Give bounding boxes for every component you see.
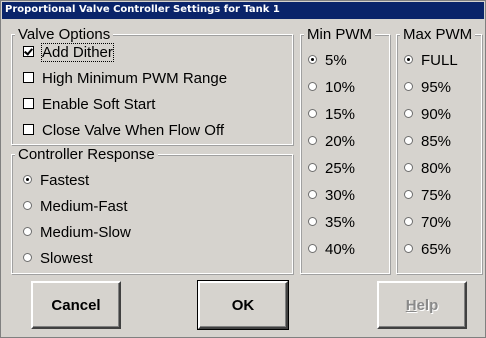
radio-label: 5% xyxy=(325,52,347,69)
radio-selected-icon[interactable] xyxy=(404,55,413,65)
radio-selected-icon[interactable] xyxy=(23,175,32,185)
radio-min-pwm-5[interactable]: 5% xyxy=(308,52,347,70)
ok-button-label: OK xyxy=(231,296,255,314)
checkbox-label: Close Valve When Flow Off xyxy=(42,122,225,139)
help-button[interactable]: Help xyxy=(377,281,467,329)
radio-label: 80% xyxy=(421,160,452,177)
valve-options-legend: Valve Options xyxy=(15,27,114,42)
radio-min-pwm-25[interactable]: 25% xyxy=(308,160,355,178)
radio-icon[interactable] xyxy=(404,244,413,254)
max-pwm-legend: Max PWM xyxy=(400,27,476,42)
radio-label: Medium-Fast xyxy=(40,198,128,215)
radio-max-pwm-70[interactable]: 70% xyxy=(404,214,451,232)
radio-max-pwm-65[interactable]: 65% xyxy=(404,241,451,259)
checkbox-label: Add Dither xyxy=(41,43,114,62)
radio-selected-icon[interactable] xyxy=(308,55,317,65)
checkbox-icon[interactable] xyxy=(23,98,34,110)
radio-min-pwm-40[interactable]: 40% xyxy=(308,241,355,259)
radio-max-pwm-80[interactable]: 80% xyxy=(404,160,451,178)
radio-icon[interactable] xyxy=(308,217,317,227)
radio-max-pwm-75[interactable]: 75% xyxy=(404,187,451,205)
checkbox-icon[interactable] xyxy=(23,72,34,84)
controller-response-legend: Controller Response xyxy=(15,147,158,162)
radio-label: 65% xyxy=(421,241,452,258)
radio-icon[interactable] xyxy=(404,217,413,227)
radio-icon[interactable] xyxy=(308,136,317,146)
radio-max-pwm-full[interactable]: FULL xyxy=(404,52,458,70)
min-pwm-legend: Min PWM xyxy=(304,27,375,42)
ok-button[interactable]: OK xyxy=(197,280,289,330)
radio-icon[interactable] xyxy=(23,253,32,263)
radio-label: FULL xyxy=(421,52,458,69)
cancel-button[interactable]: Cancel xyxy=(31,281,121,329)
radio-icon[interactable] xyxy=(308,190,317,200)
radio-max-pwm-95[interactable]: 95% xyxy=(404,79,451,97)
settings-dialog: Proportional Valve Controller Settings f… xyxy=(0,0,486,338)
checkbox-label: Enable Soft Start xyxy=(42,96,156,113)
checkbox-add-dither[interactable]: Add Dither xyxy=(23,43,114,62)
radio-icon[interactable] xyxy=(23,227,32,237)
radio-min-pwm-35[interactable]: 35% xyxy=(308,214,355,232)
checkbox-icon[interactable] xyxy=(23,124,34,136)
cancel-button-label: Cancel xyxy=(51,296,101,314)
radio-label: 20% xyxy=(325,133,356,150)
radio-min-pwm-20[interactable]: 20% xyxy=(308,133,355,151)
radio-icon[interactable] xyxy=(308,109,317,119)
radio-label: Slowest xyxy=(40,250,93,267)
radio-fastest[interactable]: Fastest xyxy=(23,172,89,190)
radio-icon[interactable] xyxy=(308,163,317,173)
radio-label: Medium-Slow xyxy=(40,224,131,241)
radio-medium-fast[interactable]: Medium-Fast xyxy=(23,198,128,216)
radio-icon[interactable] xyxy=(308,244,317,254)
radio-max-pwm-90[interactable]: 90% xyxy=(404,106,451,124)
help-button-label: Help xyxy=(406,297,439,314)
radio-min-pwm-10[interactable]: 10% xyxy=(308,79,355,97)
checkbox-enable-soft-start[interactable]: Enable Soft Start xyxy=(23,96,155,114)
radio-label: 70% xyxy=(421,214,452,231)
radio-label: Fastest xyxy=(40,172,90,189)
checkbox-high-minimum-pwm-range[interactable]: High Minimum PWM Range xyxy=(23,70,227,88)
radio-icon[interactable] xyxy=(404,109,413,119)
help-rest: elp xyxy=(416,296,439,314)
radio-icon[interactable] xyxy=(23,201,32,211)
radio-medium-slow[interactable]: Medium-Slow xyxy=(23,224,131,242)
checkbox-close-valve-when-flow-off[interactable]: Close Valve When Flow Off xyxy=(23,122,224,140)
radio-min-pwm-30[interactable]: 30% xyxy=(308,187,355,205)
checkbox-label: High Minimum PWM Range xyxy=(42,70,228,87)
radio-label: 85% xyxy=(421,133,452,150)
help-mnemonic: H xyxy=(405,296,417,314)
radio-label: 10% xyxy=(325,79,356,96)
radio-min-pwm-15[interactable]: 15% xyxy=(308,106,355,124)
radio-label: 95% xyxy=(421,79,452,96)
window-title: Proportional Valve Controller Settings f… xyxy=(5,4,280,15)
radio-label: 30% xyxy=(325,187,356,204)
title-bar[interactable]: Proportional Valve Controller Settings f… xyxy=(2,2,484,19)
radio-icon[interactable] xyxy=(404,136,413,146)
radio-label: 90% xyxy=(421,106,452,123)
radio-label: 40% xyxy=(325,241,356,258)
radio-icon[interactable] xyxy=(404,82,413,92)
radio-slowest[interactable]: Slowest xyxy=(23,250,93,268)
radio-max-pwm-85[interactable]: 85% xyxy=(404,133,451,151)
radio-label: 15% xyxy=(325,106,356,123)
radio-label: 25% xyxy=(325,160,356,177)
radio-label: 35% xyxy=(325,214,356,231)
radio-icon[interactable] xyxy=(404,163,413,173)
radio-label: 75% xyxy=(421,187,452,204)
radio-icon[interactable] xyxy=(308,82,317,92)
checkbox-checked-icon[interactable] xyxy=(23,46,34,58)
radio-icon[interactable] xyxy=(404,190,413,200)
